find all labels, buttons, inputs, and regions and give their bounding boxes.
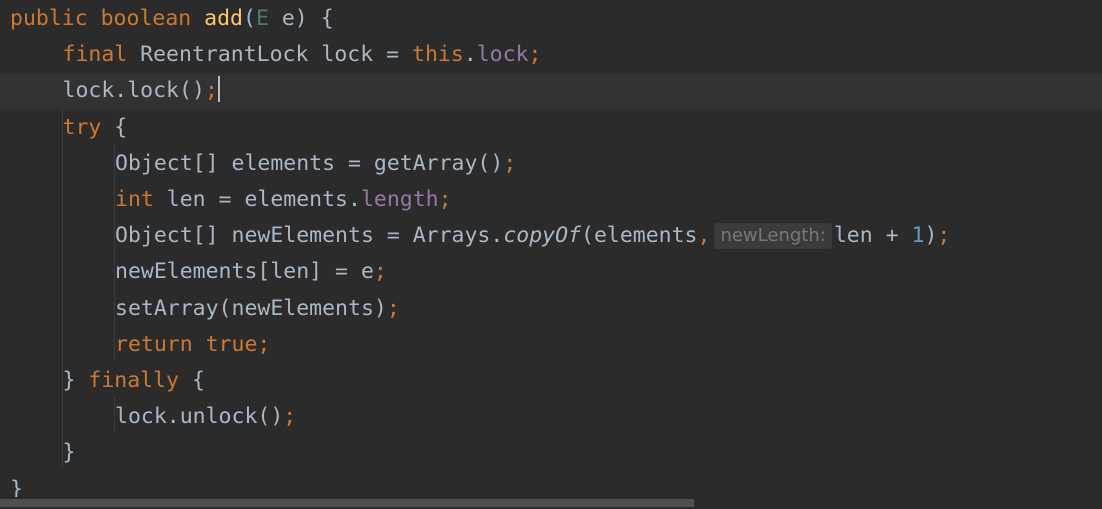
code-token: newElements[len] = e: [115, 259, 374, 285]
code-token: length: [360, 187, 439, 212]
code-line-text: Object[] elements = getArray();: [115, 146, 516, 182]
code-line-text: } finally {: [63, 363, 205, 399]
code-token: }: [62, 368, 89, 393]
parameter-hint: newLength:: [714, 223, 832, 250]
code-line[interactable]: lock.unlock();: [0, 399, 1102, 435]
text-caret: [217, 76, 220, 103]
code-token: ReentrantLock lock =: [140, 42, 412, 68]
code-token: ;: [386, 295, 400, 321]
code-token: {: [191, 368, 205, 393]
code-token: finally: [88, 368, 192, 393]
code-token: final: [62, 42, 141, 68]
code-token: int: [115, 187, 167, 212]
code-line[interactable]: try {: [0, 110, 1102, 146]
horizontal-scrollbar-thumb[interactable]: [0, 499, 695, 507]
code-token: ;: [503, 150, 517, 176]
code-token: this: [412, 42, 464, 68]
code-line-text: Object[] newElements = Arrays.copyOf(ele…: [115, 218, 950, 254]
code-token: setArray(newElements): [115, 295, 387, 321]
code-token: ;: [204, 78, 218, 104]
code-token: ;: [373, 259, 387, 285]
code-token: return true;: [115, 331, 271, 357]
code-token: Object[] elements = getArray(): [115, 150, 504, 176]
code-line-text: setArray(newElements);: [115, 291, 400, 327]
code-line-text: int len = elements.length;: [115, 182, 452, 218]
code-token: .: [463, 42, 477, 68]
code-token: lock.unlock(): [115, 404, 284, 430]
code-line[interactable]: setArray(newElements);: [0, 291, 1102, 327]
code-line[interactable]: public boolean add(E e) {: [0, 1, 1102, 37]
code-line-text: lock.lock();: [63, 73, 220, 109]
code-line[interactable]: newElements[len] = e;: [0, 254, 1102, 290]
code-line[interactable]: final ReentrantLock lock = this.lock;: [0, 37, 1102, 73]
code-token: (elements: [581, 223, 698, 249]
code-editor[interactable]: public boolean add(E e) {final Reentrant…: [0, 0, 1102, 509]
code-token: public boolean: [10, 6, 205, 31]
code-token: {: [114, 114, 128, 140]
code-token: ;: [528, 42, 542, 68]
code-line[interactable]: }: [0, 435, 1102, 471]
code-line-text: final ReentrantLock lock = this.lock;: [63, 37, 542, 73]
horizontal-scrollbar[interactable]: [0, 497, 1102, 509]
code-token: ;: [283, 404, 297, 430]
code-line-text: return true;: [115, 327, 270, 363]
code-token: }: [62, 440, 76, 466]
code-token: ): [924, 223, 938, 249]
code-token: 1: [911, 223, 925, 249]
code-line[interactable]: lock.lock();: [0, 73, 1102, 110]
code-line-text: newElements[len] = e;: [115, 254, 387, 290]
code-token: e) {: [268, 6, 334, 31]
code-token: ,: [697, 223, 711, 249]
code-line-text: lock.unlock();: [115, 399, 296, 435]
code-token: ;: [937, 223, 951, 249]
code-line[interactable]: } finally {: [0, 363, 1102, 399]
code-token: len +: [833, 223, 912, 249]
code-token: Object[] newElements = Arrays.: [115, 223, 504, 249]
code-token: copyOf: [503, 223, 581, 249]
code-token: ;: [438, 187, 452, 212]
code-token: lock: [476, 42, 529, 68]
code-line[interactable]: return true;: [0, 327, 1102, 363]
code-line[interactable]: int len = elements.length;: [0, 182, 1102, 218]
code-line-text: public boolean add(E e) {: [10, 1, 334, 37]
code-token: len = elements.: [166, 187, 361, 212]
code-token: try: [62, 114, 115, 140]
code-token: E: [255, 6, 269, 31]
code-line[interactable]: Object[] newElements = Arrays.copyOf(ele…: [0, 218, 1102, 254]
code-token: lock.lock(): [62, 78, 205, 104]
code-line-text: }: [63, 435, 76, 471]
code-line-text: try {: [63, 110, 128, 146]
code-token: add: [204, 6, 244, 31]
code-token: (: [243, 6, 256, 31]
code-line[interactable]: Object[] elements = getArray();: [0, 146, 1102, 182]
